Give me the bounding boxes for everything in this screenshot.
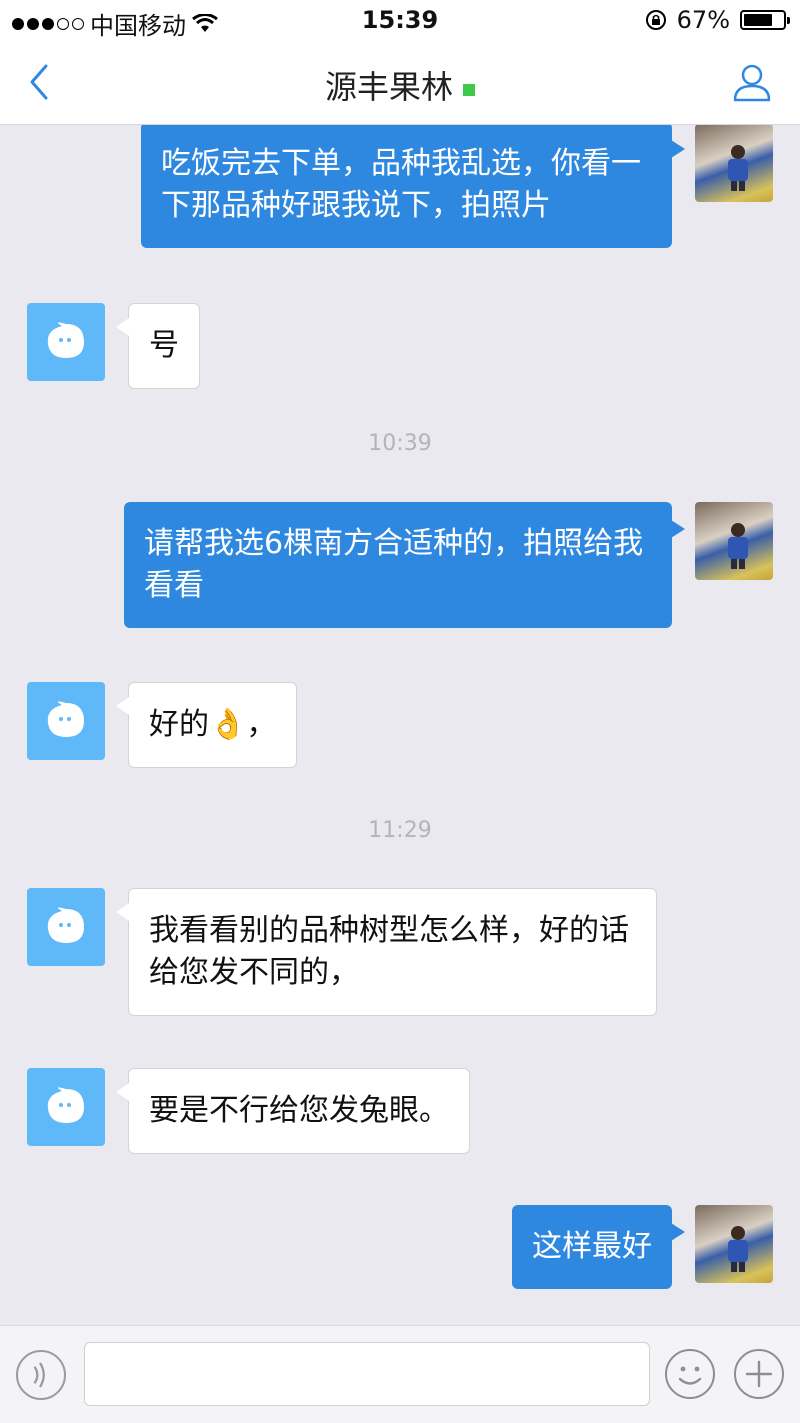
battery-icon [740, 10, 790, 30]
shop-avatar[interactable] [27, 682, 105, 760]
outgoing-bubble[interactable]: 请帮我选6棵南方合适种的，拍照给我看看 [124, 502, 685, 628]
timestamp: 10:39 [368, 431, 432, 456]
incoming-bubble[interactable]: 要是不行给您发兔眼。 [116, 1068, 470, 1154]
online-indicator [463, 83, 475, 96]
input-bar [0, 1325, 800, 1423]
child-photo-icon [728, 523, 748, 569]
user-avatar[interactable] [695, 502, 773, 580]
title-area: 源丰果林 [0, 62, 800, 108]
child-photo-icon [728, 145, 748, 191]
qq-bubble-icon [47, 322, 84, 358]
outgoing-bubble[interactable]: 这样最好 [512, 1205, 685, 1289]
chat-area[interactable]: 吃饭完去下单，品种我乱选，你看一下那品种好跟我说下，拍照片 号 10:39 请帮… [0, 125, 800, 1325]
person-icon[interactable] [730, 60, 774, 104]
outgoing-bubble[interactable]: 吃饭完去下单，品种我乱选，你看一下那品种好跟我说下，拍照片 [141, 125, 685, 248]
message-input[interactable] [84, 1342, 650, 1406]
user-avatar[interactable] [695, 125, 773, 202]
status-bar: 中国移动 15:39 67% [0, 0, 800, 40]
qq-bubble-icon [47, 1087, 84, 1123]
qq-bubble-icon [47, 907, 84, 943]
shop-avatar[interactable] [27, 303, 105, 381]
page-title: 源丰果林 [324, 68, 453, 106]
battery-area: 67% [645, 6, 790, 34]
user-avatar[interactable] [695, 1205, 773, 1283]
incoming-bubble[interactable]: 号 [116, 303, 200, 389]
battery-percent: 67% [676, 6, 730, 34]
nav-bar: 源丰果林 [0, 40, 800, 125]
shop-avatar[interactable] [27, 1068, 105, 1146]
plus-icon[interactable] [733, 1348, 785, 1400]
child-photo-icon [728, 1226, 748, 1272]
incoming-bubble[interactable]: 好的👌， [115, 682, 298, 768]
qq-bubble-icon [47, 701, 84, 737]
emoji-icon[interactable] [664, 1348, 716, 1400]
rotation-lock-icon [645, 10, 666, 30]
timestamp: 11:29 [368, 818, 432, 843]
voice-icon[interactable] [16, 1350, 66, 1400]
incoming-bubble[interactable]: 我看看别的品种树型怎么样，好的话给您发不同的， [116, 888, 657, 1016]
shop-avatar[interactable] [27, 888, 105, 966]
